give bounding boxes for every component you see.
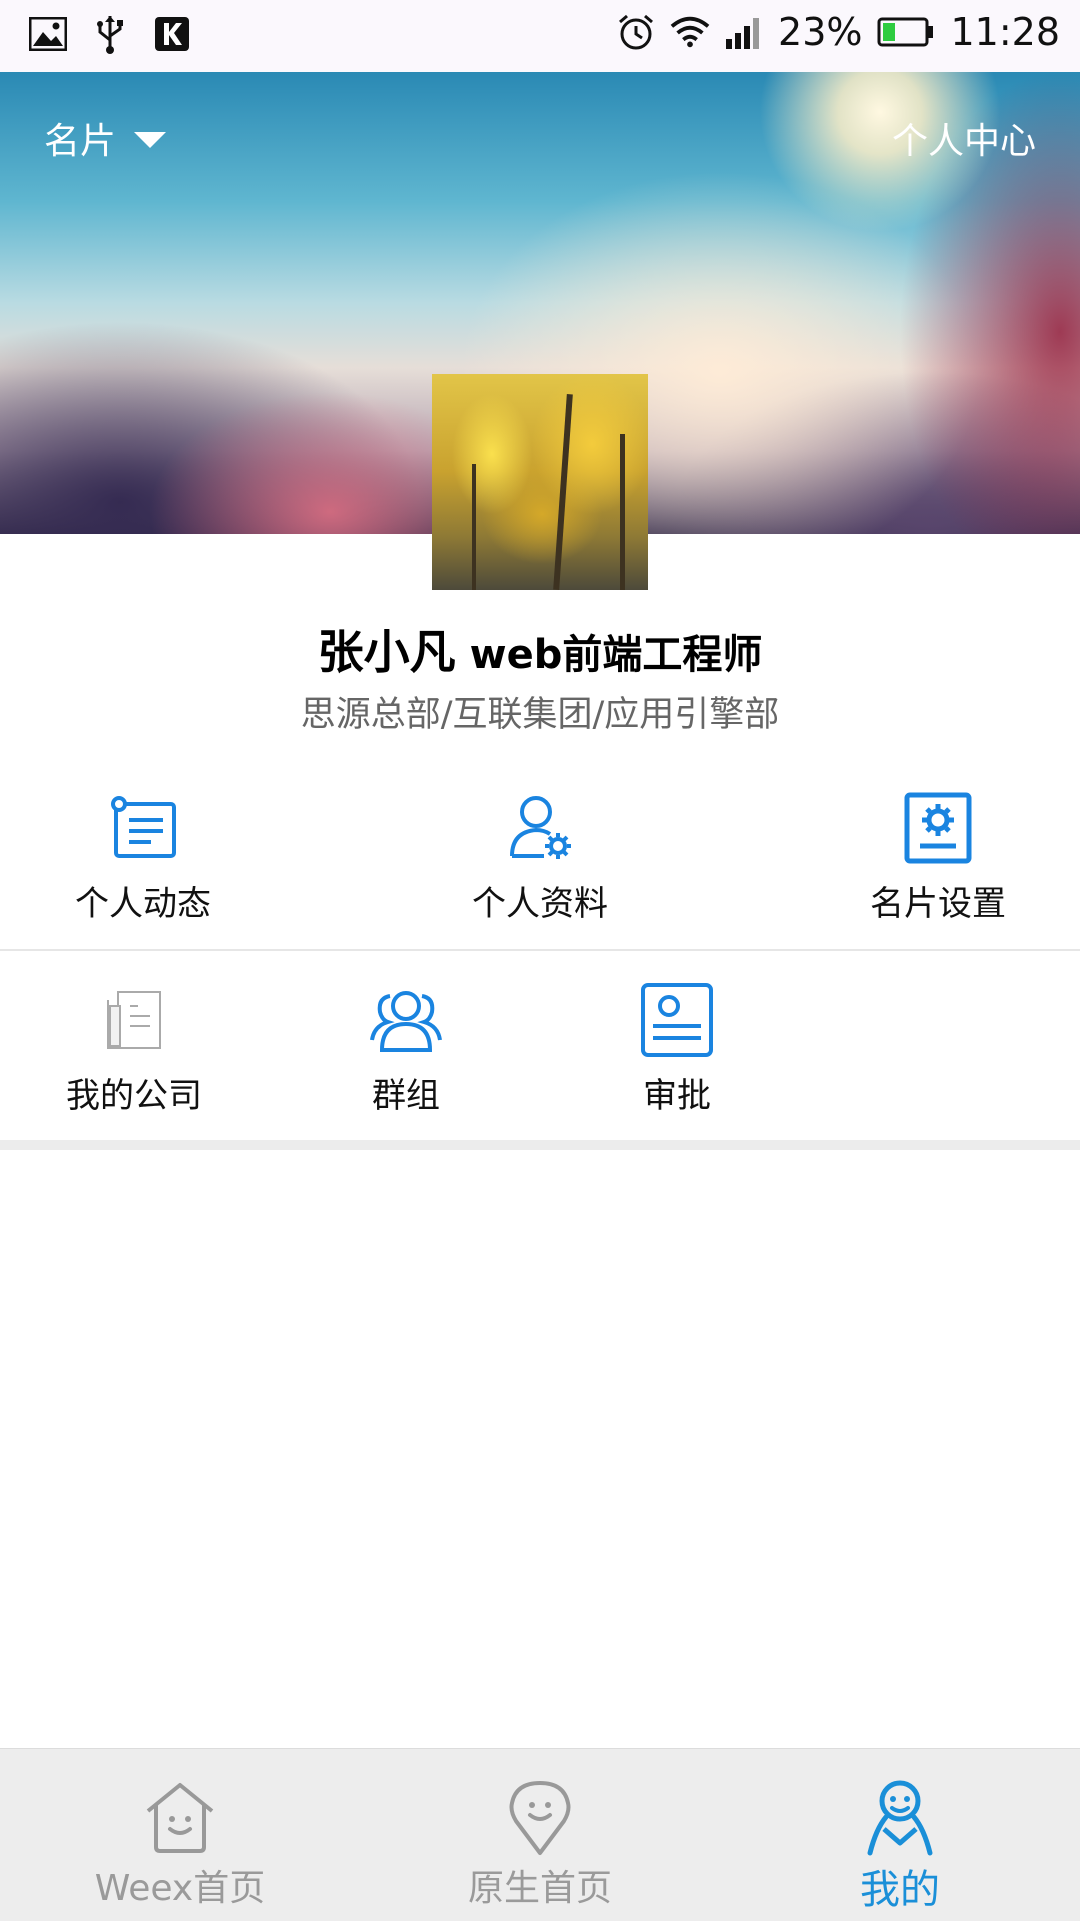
image-icon [28,14,68,54]
approval-icon [639,982,715,1058]
menu-item-label: 个人动态 [75,884,211,924]
profile-position: web前端工程师 [469,632,763,678]
avatar[interactable] [432,374,648,590]
battery-percent: 23% [778,10,863,54]
location-face-icon [500,1777,580,1857]
k-app-icon [152,14,192,54]
profile-name-line: 张小凡 web前端工程师 [0,616,1080,682]
bottom-tab-bar: Weex首页 原生首页 我的 [0,1748,1080,1921]
menu-item-label: 审批 [643,1076,711,1116]
tab-label: 原生首页 [467,1868,612,1909]
page-title: 名片 [44,121,117,162]
status-bar: 23% 11:28 [0,0,1080,72]
alarm-icon [616,12,656,52]
clock: 11:28 [950,10,1060,54]
menu-item-label: 名片设置 [870,884,1006,924]
profile-actions-row: 个人动态 个人资料 名片设置 [0,780,1080,950]
activity-list-icon [107,792,179,864]
profile-org: 思源总部/互联集团/应用引擎部 [300,695,780,735]
signal-icon [724,12,764,52]
card-settings-icon [902,792,974,864]
app-shortcuts-row: 我的公司 群组 审批 [0,970,1080,1140]
tab-label: Weex首页 [94,1868,266,1909]
tab-mine[interactable]: 我的 [720,1749,1080,1921]
caret-down-icon [134,132,167,148]
wifi-icon [670,12,710,52]
section-separator [0,1140,1080,1150]
group-icon [368,982,444,1058]
profile-name: 张小凡 [317,625,456,679]
menu-item-approval[interactable]: 审批 [577,982,777,1117]
menu-item-label: 个人资料 [472,884,608,924]
usb-icon [90,14,130,54]
person-icon [860,1777,940,1857]
home-face-icon [140,1777,220,1857]
tab-label: 我的 [860,1867,940,1913]
menu-item-group[interactable]: 群组 [306,982,506,1117]
menu-item-card-settings[interactable]: 名片设置 [788,792,1080,925]
menu-item-label: 群组 [372,1076,440,1116]
tab-weex-home[interactable]: Weex首页 [0,1749,360,1921]
user-settings-icon [504,792,576,864]
battery-icon [876,12,936,52]
menu-item-personal-profile[interactable]: 个人资料 [390,792,690,925]
menu-item-personal-activity[interactable]: 个人动态 [0,792,293,925]
menu-item-label: 我的公司 [66,1076,202,1116]
divider [0,949,1080,951]
card-switcher[interactable]: 名片 [44,112,167,164]
personal-center-link[interactable]: 个人中心 [892,112,1036,164]
company-icon [96,982,172,1058]
tab-native-home[interactable]: 原生首页 [360,1749,720,1921]
menu-item-my-company[interactable]: 我的公司 [34,982,234,1117]
